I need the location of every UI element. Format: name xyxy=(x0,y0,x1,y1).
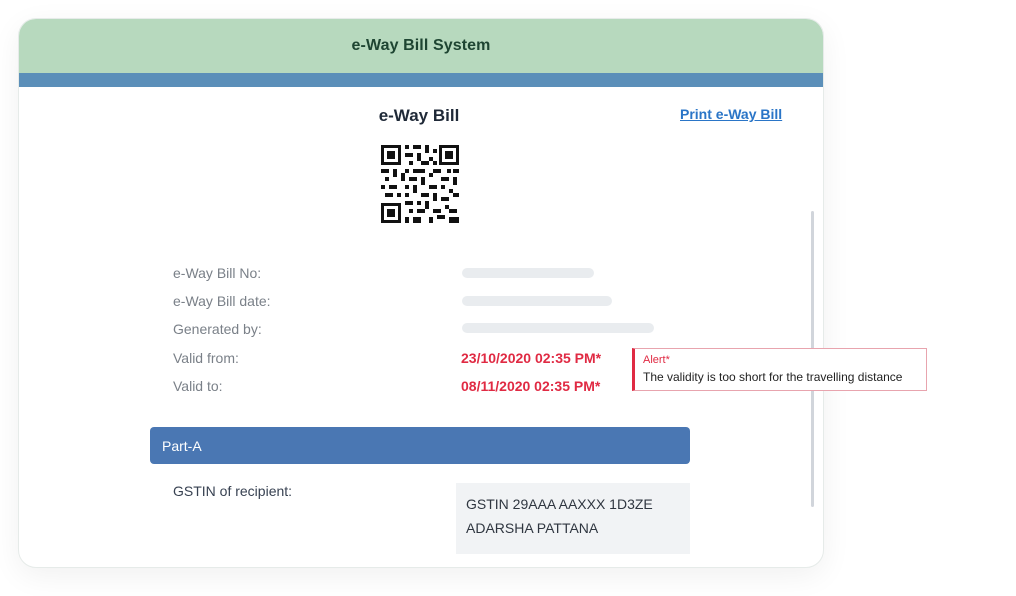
part-a-section-header[interactable]: Part-A xyxy=(150,427,690,464)
ewaybill-card: e-Way Bill System e-Way Bill Print e-Way… xyxy=(18,18,824,568)
valid-to-value: 08/11/2020 02:35 PM* xyxy=(461,378,601,394)
valid-to-label: Valid to: xyxy=(173,378,223,394)
gstin-number: GSTIN 29AAA AAXXX 1D3ZE xyxy=(466,496,653,512)
valid-from-label: Valid from: xyxy=(173,350,239,366)
header-strip xyxy=(19,73,823,87)
gstin-recipient-label: GSTIN of recipient: xyxy=(173,483,293,499)
gstin-recipient-field[interactable]: GSTIN 29AAA AAXXX 1D3ZE ADARSHA PATTANA xyxy=(456,483,690,554)
qr-code-icon xyxy=(381,145,459,223)
bill-no-label: e-Way Bill No: xyxy=(173,265,262,281)
generated-by-placeholder xyxy=(462,323,654,333)
bill-date-placeholder xyxy=(462,296,612,306)
page: e-Way Bill System e-Way Bill Print e-Way… xyxy=(0,0,1016,596)
recipient-place: ADARSHA PATTANA xyxy=(466,520,599,536)
app-header: e-Way Bill System xyxy=(19,19,823,73)
valid-from-value: 23/10/2020 02:35 PM* xyxy=(461,350,602,366)
bill-date-label: e-Way Bill date: xyxy=(173,293,271,309)
bill-no-placeholder xyxy=(462,268,594,278)
print-ewaybill-link[interactable]: Print e-Way Bill xyxy=(680,106,782,122)
bill-title: e-Way Bill xyxy=(378,106,460,125)
generated-by-label: Generated by: xyxy=(173,321,262,337)
app-title: e-Way Bill System xyxy=(351,37,491,54)
alert-title: Alert* xyxy=(643,354,670,366)
alert-message: The validity is too short for the travel… xyxy=(643,370,903,384)
part-a-label: Part-A xyxy=(162,437,202,454)
validity-alert: Alert* The validity is too short for the… xyxy=(632,348,927,391)
